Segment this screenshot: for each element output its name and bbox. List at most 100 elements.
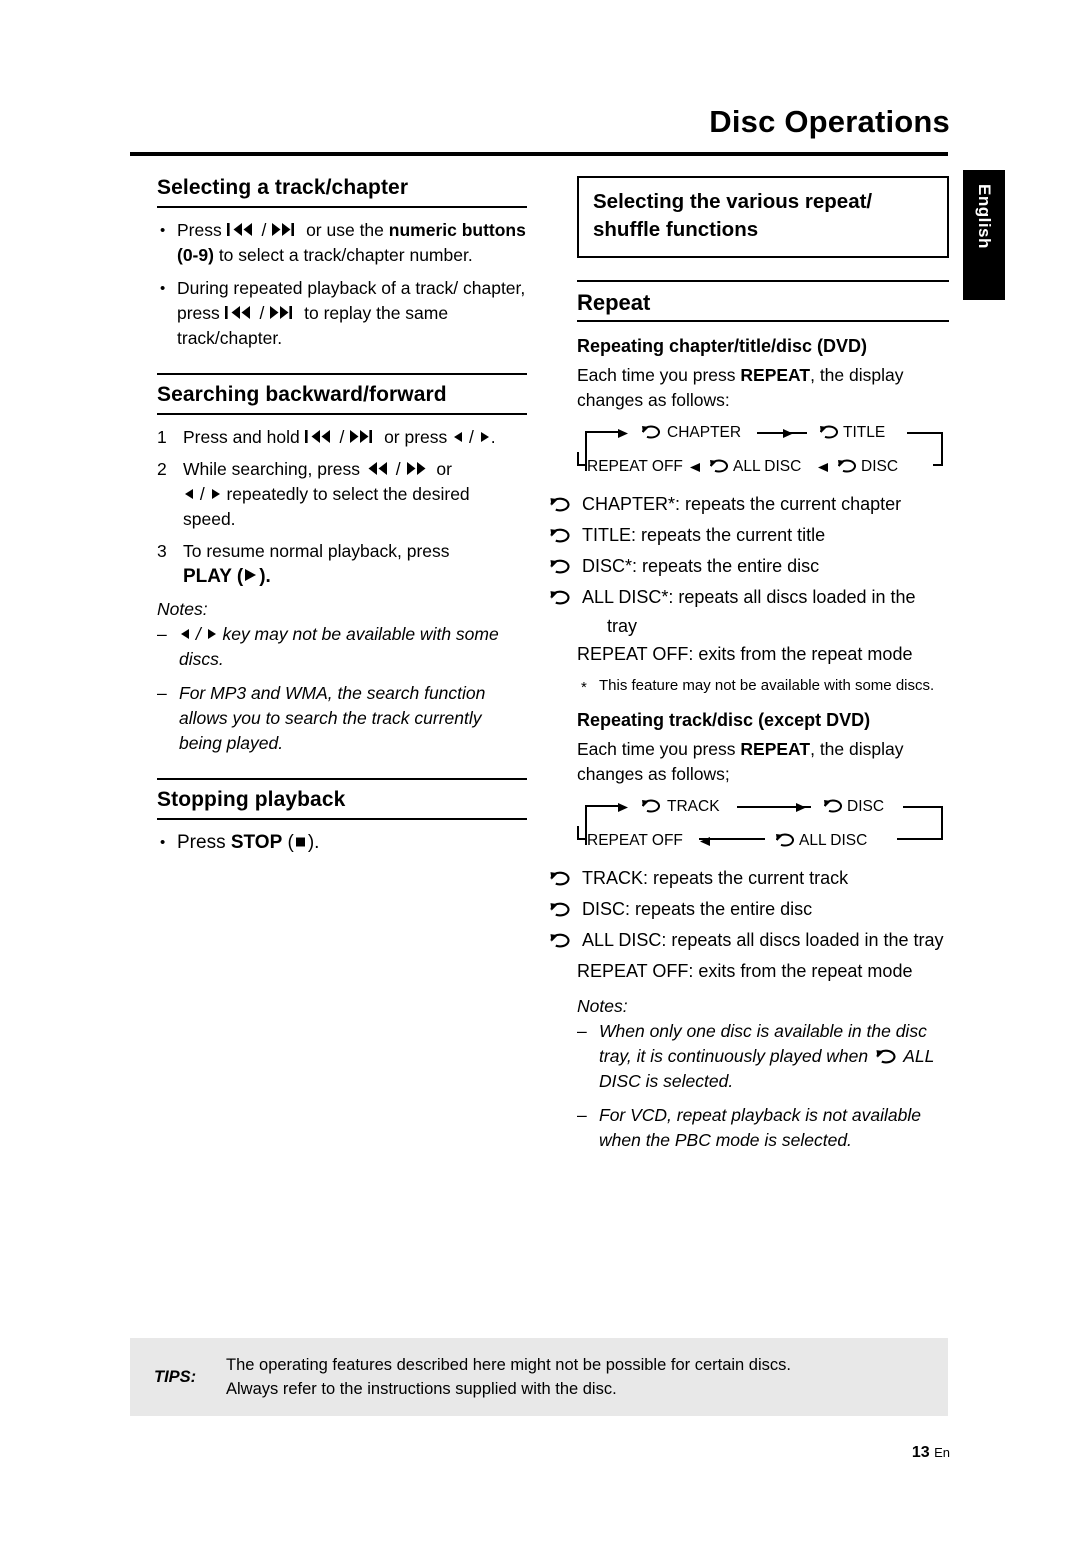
bullet-text-3: to select a track/chapter number.	[213, 245, 473, 265]
repeat-mode-disc: DISC*: repeats the entire disc	[550, 553, 949, 582]
intro-text: Each time you press	[577, 365, 741, 385]
mode-label: TITLE	[582, 525, 632, 545]
paren-close: ).	[307, 832, 320, 853]
bullet-text-2: or use the	[301, 220, 389, 240]
diagram-label-repeat-off: REPEAT OFF	[587, 832, 683, 849]
cycle-icon	[835, 457, 859, 479]
diagram-label-track: TRACK	[667, 798, 720, 815]
notes-label: Notes:	[577, 996, 628, 1016]
cycle-icon	[639, 423, 663, 445]
mode-desc: : repeats the current track	[643, 868, 849, 888]
language-tab: English	[963, 170, 1005, 300]
repeat-mode-track: TRACK: repeats the current track	[550, 865, 949, 894]
selecting-track-bullets: Press / or use the numeric buttons (0-9)…	[157, 218, 527, 351]
repeat-button-label: REPEAT	[740, 739, 811, 759]
slash: /	[254, 303, 270, 323]
page: Disc Operations English Selecting a trac…	[0, 0, 1080, 1548]
arrow-right-icon	[617, 426, 629, 444]
paren-open: (	[282, 832, 294, 853]
mode-label: DISC*	[582, 556, 633, 576]
diagram-label-chapter: CHAPTER	[667, 424, 742, 441]
step-text: Press and hold	[183, 427, 305, 447]
note-item: For VCD, repeat playback is not availabl…	[577, 1103, 949, 1153]
searching-steps: 1 Press and hold / or press / . 2 While …	[157, 425, 527, 589]
right-icon	[479, 427, 491, 447]
mode-desc: : repeats the entire disc	[625, 899, 813, 919]
section-heading-repeat: Repeat	[577, 290, 651, 315]
repeat-mode-off: REPEAT OFF: exits from the repeat mode	[577, 641, 949, 667]
slash: /	[334, 427, 350, 447]
cycle-icon	[707, 457, 731, 479]
diagram-label-title: TITLE	[843, 424, 886, 441]
left-icon	[179, 624, 191, 644]
cycle-icon	[817, 423, 841, 445]
mode-desc: : exits from the repeat mode	[688, 644, 913, 664]
slash: /	[390, 459, 406, 479]
repeat-cycle-diagram-nondvd: TRACK DISC REPEAT OFF ALL DISC	[577, 797, 949, 859]
mode-label: REPEAT OFF	[577, 961, 689, 981]
note-text: key may not be available with some discs…	[179, 624, 499, 669]
repeat-mode-chapter: CHAPTER*: repeats the current chapter	[550, 491, 949, 520]
notes-label: Notes:	[157, 599, 208, 619]
diagram-label-disc: DISC	[861, 458, 899, 475]
prev-icon	[304, 427, 335, 447]
note-item: / key may not be available with some dis…	[157, 622, 527, 672]
list-item: Press / or use the numeric buttons (0-9)…	[157, 218, 527, 268]
section-heading-selecting-track: Selecting a track/chapter	[157, 176, 409, 199]
cycle-icon	[821, 797, 845, 819]
diagram-label-disc: DISC	[847, 798, 885, 815]
left-icon	[183, 484, 195, 504]
repeat-mode-title: TITLE: repeats the current title	[550, 522, 949, 551]
paren-close: ).	[259, 566, 271, 587]
prev-next-icon	[226, 220, 257, 240]
mode-desc: : repeats the current title	[631, 525, 826, 545]
bullet-text: Press	[177, 832, 231, 853]
intro-text: Each time you press	[577, 739, 741, 759]
next-icon	[269, 303, 299, 323]
repeat-mode-disc: DISC: repeats the entire disc	[550, 896, 949, 925]
boxed-section-heading: Selecting the various repeat/ shuffle fu…	[577, 176, 949, 258]
diagram-label-all-disc: ALL DISC	[799, 832, 868, 849]
repeat-nondvd-intro: Each time you press REPEAT, the display …	[577, 737, 949, 787]
tips-label: TIPS:	[154, 1367, 197, 1386]
mode-desc: : repeats the current chapter	[675, 494, 902, 514]
tips-box: TIPS: The operating features described h…	[130, 1338, 948, 1416]
divider	[157, 206, 527, 208]
next-icon	[271, 220, 301, 240]
arrow-left-icon	[689, 460, 701, 478]
mode-desc: : exits from the repeat mode	[688, 961, 913, 981]
subheading-repeat-dvd: Repeating chapter/title/disc (DVD)	[577, 336, 868, 356]
repeat-dvd-intro: Each time you press REPEAT, the display …	[577, 363, 949, 413]
searching-notes: / key may not be available with some dis…	[157, 622, 527, 756]
divider	[577, 320, 949, 322]
step-text: While searching, press	[183, 459, 365, 479]
mode-desc: : repeats all discs loaded in the tray	[661, 930, 944, 950]
repeat-notes: When only one disc is available in the d…	[577, 1019, 949, 1153]
arrow-right-icon	[617, 800, 629, 818]
right-icon	[210, 484, 222, 504]
stop-square-icon	[294, 832, 308, 852]
section-heading-stopping: Stopping playback	[157, 788, 346, 811]
cycle-icon	[639, 797, 663, 819]
step-text: To resume normal playback, press	[183, 541, 450, 561]
note-item: When only one disc is available in the d…	[577, 1019, 949, 1094]
slash: /	[464, 427, 479, 447]
rewind-icon	[365, 459, 391, 479]
language-tab-label: English	[975, 184, 994, 249]
divider	[157, 778, 527, 780]
step-text-3: repeatedly to select the desired speed.	[183, 484, 470, 529]
right-column: Selecting the various repeat/ shuffle fu…	[550, 176, 949, 1162]
prev-icon	[224, 303, 255, 323]
repeat-mode-all-disc: ALL DISC*: repeats all discs loaded in t…	[550, 584, 949, 639]
subheading-repeat-nondvd: Repeating track/disc (except DVD)	[577, 710, 871, 730]
step-number: 2	[157, 459, 167, 479]
left-icon	[452, 427, 464, 447]
slash: /	[191, 624, 206, 644]
divider	[157, 818, 527, 820]
divider	[157, 413, 527, 415]
paren-open: (	[231, 566, 244, 587]
right-icon	[206, 624, 218, 644]
mode-label: CHAPTER*	[582, 494, 676, 514]
arrow-left-icon	[699, 834, 711, 852]
title-divider	[130, 152, 948, 156]
